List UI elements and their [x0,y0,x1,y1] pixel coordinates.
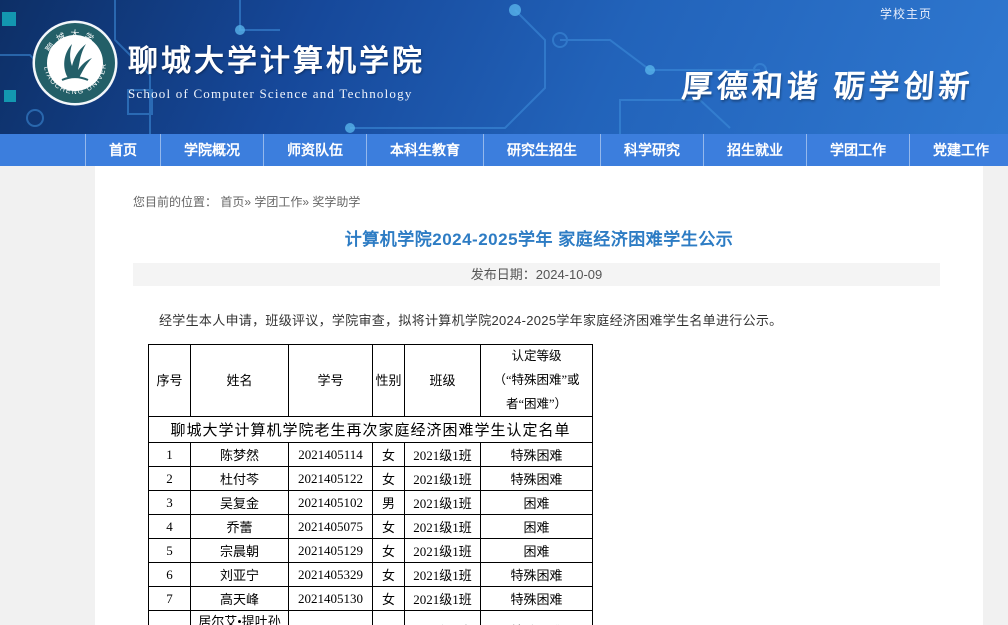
nav-item-9[interactable]: 党建工作 [910,134,1008,166]
table-cell: 2 [149,467,191,491]
breadcrumb-label: 您目前的位置： [133,195,217,209]
table-cell: 刘亚宁 [191,563,289,587]
table-row-8: 8居尔艾•提吐孙江2021400168男2021级1班特殊困难 [149,611,593,625]
col-header-id: 学号 [289,345,373,417]
table-cell: 吴复金 [191,491,289,515]
table-cell: 2021级1班 [405,467,481,491]
table-cell: 女 [373,515,405,539]
table-cell: 女 [373,539,405,563]
col-header-grade: 认定等级 （“特殊困难”或 者“困难”） [481,345,593,417]
table-row-7: 7高天峰2021405130女2021级1班特殊困难 [149,587,593,611]
main-nav: 首页学院概况师资队伍本科生教育研究生招生科学研究招生就业学团工作党建工作学风建设 [0,134,1008,166]
site-header: 学校主页 LIAOCHENG UNIVERSITY 聊城大学 聊城大学计算机学院… [0,0,1008,134]
table-row-3: 3吴复金2021405102男2021级1班困难 [149,491,593,515]
publish-date-value: 2024-10-09 [536,267,603,282]
table-cell: 2021级1班 [405,563,481,587]
table-cell: 特殊困难 [481,443,593,467]
table-title: 聊城大学计算机学院老生再次家庭经济困难学生认定名单 [149,417,593,443]
table-cell: 3 [149,491,191,515]
nav-item-6[interactable]: 科学研究 [601,134,704,166]
table-cell: 高天峰 [191,587,289,611]
table-cell: 困难 [481,491,593,515]
table-cell: 特殊困难 [481,611,593,625]
table-cell: 2021级1班 [405,587,481,611]
table-cell: 困难 [481,515,593,539]
site-branding: 聊城大学计算机学院 School of Computer Science and… [128,36,425,102]
col-header-gender: 性别 [373,345,405,417]
breadcrumb: 您目前的位置： 首页» 学团工作» 奖学助学 [133,193,983,210]
intro-paragraph: 经学生本人申请，班级评议，学院审查，拟将计算机学院2024-2025学年家庭经济… [133,310,943,329]
table-cell: 特殊困难 [481,587,593,611]
table-cell: 2021405329 [289,563,373,587]
table-cell: 4 [149,515,191,539]
table-cell: 2021级1班 [405,491,481,515]
nav-item-1[interactable]: 首页 [85,134,161,166]
table-cell: 男 [373,491,405,515]
table-cell: 女 [373,467,405,491]
university-logo-icon: LIAOCHENG UNIVERSITY 聊城大学 [32,20,118,106]
table-cell: 陈梦然 [191,443,289,467]
table-cell: 女 [373,443,405,467]
table-cell: 1 [149,443,191,467]
table-title-row: 聊城大学计算机学院老生再次家庭经济困难学生认定名单 [149,417,593,443]
table-cell: 女 [373,587,405,611]
col-header-index: 序号 [149,345,191,417]
table-cell: 2021405114 [289,443,373,467]
publish-date-label: 发布日期： [471,267,536,282]
table-cell: 7 [149,587,191,611]
table-cell: 2021405075 [289,515,373,539]
table-row-1: 1陈梦然2021405114女2021级1班特殊困难 [149,443,593,467]
table-cell: 2021级1班 [405,515,481,539]
breadcrumb-link-2[interactable]: 学团工作 [251,195,302,209]
table-cell: 2021405102 [289,491,373,515]
breadcrumb-links: 首页» 学团工作» 奖学助学 [217,195,360,209]
table-cell: 2021级1班 [405,443,481,467]
table-row-5: 5宗晨朝2021405129女2021级1班困难 [149,539,593,563]
col-header-class: 班级 [405,345,481,417]
table-cell: 杜付芩 [191,467,289,491]
content-panel: 您目前的位置： 首页» 学团工作» 奖学助学 计算机学院2024-2025学年 … [95,166,983,625]
nav-item-8[interactable]: 学团工作 [807,134,910,166]
table-cell: 2021级1班 [405,539,481,563]
school-motto: 厚德和谐 砺学创新 [681,61,976,106]
table-cell: 6 [149,563,191,587]
table-cell: 2021400168 [289,611,373,625]
table-cell: 2021405129 [289,539,373,563]
table-cell: 特殊困难 [481,563,593,587]
nav-item-2[interactable]: 学院概况 [161,134,264,166]
table-cell: 2021级1班 [405,611,481,625]
school-home-link[interactable]: 学校主页 [880,5,932,22]
students-table: 聊城大学计算机学院老生再次家庭经济困难学生认定名单 序号 姓名 学号 性别 班级… [148,344,593,625]
publish-date-bar: 发布日期：2024-10-09 [133,263,940,286]
students-table-head: 聊城大学计算机学院老生再次家庭经济困难学生认定名单 [149,417,593,443]
site-subtitle: School of Computer Science and Technolog… [128,86,425,102]
table-cell: 居尔艾•提吐孙江 [191,611,289,625]
breadcrumb-link-1[interactable]: 首页 [217,195,244,209]
table-cell: 8 [149,611,191,625]
nav-item-3[interactable]: 师资队伍 [264,134,367,166]
col-header-name: 姓名 [191,345,289,417]
students-table-body: 1陈梦然2021405114女2021级1班特殊困难2杜付芩2021405122… [149,443,593,625]
table-cell: 困难 [481,539,593,563]
site-title: 聊城大学计算机学院 [128,36,425,80]
table-row-6: 6刘亚宁2021405329女2021级1班特殊困难 [149,563,593,587]
table-row-4: 4乔蕾2021405075女2021级1班困难 [149,515,593,539]
table-cell: 男 [373,611,405,625]
nav-item-7[interactable]: 招生就业 [704,134,807,166]
table-cell: 女 [373,563,405,587]
nav-item-4[interactable]: 本科生教育 [367,134,484,166]
nav-item-5[interactable]: 研究生招生 [484,134,601,166]
table-row-2: 2杜付芩2021405122女2021级1班特殊困难 [149,467,593,491]
table-cell: 宗晨朝 [191,539,289,563]
table-cell: 2021405122 [289,467,373,491]
table-cell: 乔蕾 [191,515,289,539]
table-cell: 5 [149,539,191,563]
students-table-headers: 序号 姓名 学号 性别 班级 认定等级 （“特殊困难”或 者“困难”） [149,345,593,417]
breadcrumb-link-3[interactable]: 奖学助学 [309,195,360,209]
table-cell: 2021405130 [289,587,373,611]
page-title: 计算机学院2024-2025学年 家庭经济困难学生公示 [95,225,983,250]
table-cell: 特殊困难 [481,467,593,491]
table-header-row: 序号 姓名 学号 性别 班级 认定等级 （“特殊困难”或 者“困难”） [149,345,593,417]
